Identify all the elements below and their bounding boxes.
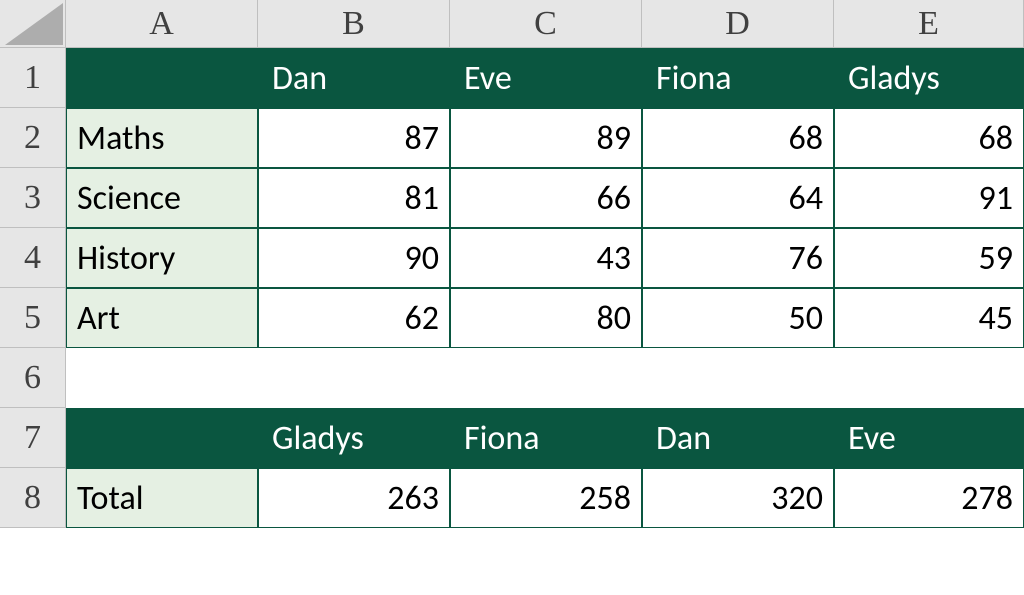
- row-header-8[interactable]: 8: [0, 468, 66, 528]
- cell-b3[interactable]: 81: [258, 168, 450, 228]
- cell-d2[interactable]: 68: [642, 108, 834, 168]
- cell-b5[interactable]: 62: [258, 288, 450, 348]
- cell-c4[interactable]: 43: [450, 228, 642, 288]
- cell-a4[interactable]: History: [66, 228, 258, 288]
- cell-a1[interactable]: [66, 48, 258, 108]
- cell-e6[interactable]: [834, 348, 1024, 408]
- cell-d7[interactable]: Dan: [642, 408, 834, 468]
- cell-a2[interactable]: Maths: [66, 108, 258, 168]
- cell-e7[interactable]: Eve: [834, 408, 1024, 468]
- cell-b7[interactable]: Gladys: [258, 408, 450, 468]
- col-header-c[interactable]: C: [450, 0, 642, 48]
- cell-a3[interactable]: Science: [66, 168, 258, 228]
- cell-b8[interactable]: 263: [258, 468, 450, 528]
- row-header-1[interactable]: 1: [0, 48, 66, 108]
- cell-b2[interactable]: 87: [258, 108, 450, 168]
- row-header-6[interactable]: 6: [0, 348, 66, 408]
- cell-b1[interactable]: Dan: [258, 48, 450, 108]
- row-header-5[interactable]: 5: [0, 288, 66, 348]
- col-header-e[interactable]: E: [834, 0, 1024, 48]
- cell-a7[interactable]: [66, 408, 258, 468]
- row-header-7[interactable]: 7: [0, 408, 66, 468]
- cell-d5[interactable]: 50: [642, 288, 834, 348]
- cell-e4[interactable]: 59: [834, 228, 1024, 288]
- cell-a5[interactable]: Art: [66, 288, 258, 348]
- cell-e2[interactable]: 68: [834, 108, 1024, 168]
- cell-e5[interactable]: 45: [834, 288, 1024, 348]
- cell-c1[interactable]: Eve: [450, 48, 642, 108]
- cell-a6[interactable]: [66, 348, 258, 408]
- cell-c3[interactable]: 66: [450, 168, 642, 228]
- row-header-3[interactable]: 3: [0, 168, 66, 228]
- cell-d8[interactable]: 320: [642, 468, 834, 528]
- cell-d3[interactable]: 64: [642, 168, 834, 228]
- select-all-triangle[interactable]: [0, 0, 66, 48]
- cell-b6[interactable]: [258, 348, 450, 408]
- row-header-2[interactable]: 2: [0, 108, 66, 168]
- cell-e3[interactable]: 91: [834, 168, 1024, 228]
- cell-c2[interactable]: 89: [450, 108, 642, 168]
- spreadsheet-grid: A B C D E 1 Dan Eve Fiona Gladys 2 Maths…: [0, 0, 1024, 528]
- cell-a8[interactable]: Total: [66, 468, 258, 528]
- cell-e1[interactable]: Gladys: [834, 48, 1024, 108]
- row-header-4[interactable]: 4: [0, 228, 66, 288]
- col-header-b[interactable]: B: [258, 0, 450, 48]
- cell-c5[interactable]: 80: [450, 288, 642, 348]
- col-header-a[interactable]: A: [66, 0, 258, 48]
- cell-d1[interactable]: Fiona: [642, 48, 834, 108]
- cell-c6[interactable]: [450, 348, 642, 408]
- cell-c7[interactable]: Fiona: [450, 408, 642, 468]
- cell-d6[interactable]: [642, 348, 834, 408]
- cell-d4[interactable]: 76: [642, 228, 834, 288]
- cell-e8[interactable]: 278: [834, 468, 1024, 528]
- cell-c8[interactable]: 258: [450, 468, 642, 528]
- col-header-d[interactable]: D: [642, 0, 834, 48]
- cell-b4[interactable]: 90: [258, 228, 450, 288]
